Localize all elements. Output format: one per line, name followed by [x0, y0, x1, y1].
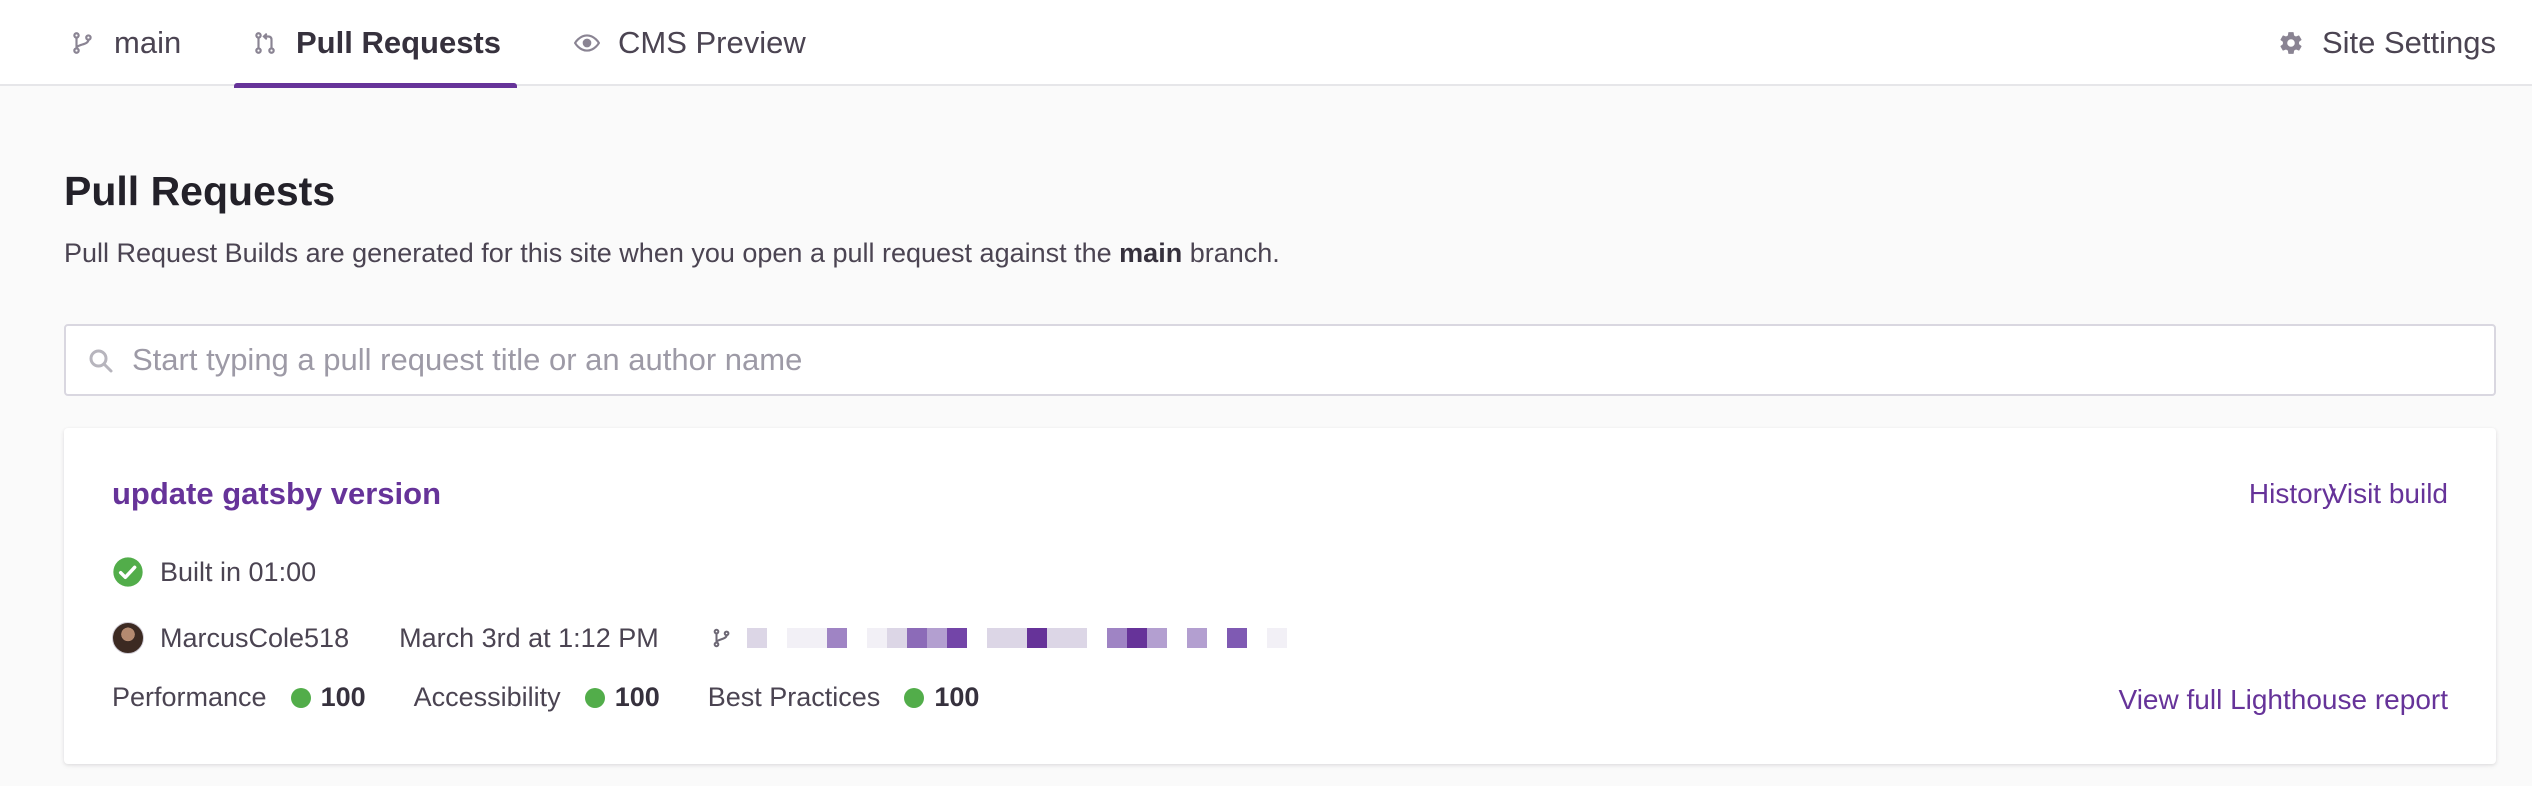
commit-pixel: [1066, 628, 1087, 648]
commit-pixel: [1166, 628, 1187, 648]
commit-date: March 3rd at 1:12 PM: [399, 622, 659, 653]
commit-pixel: [1246, 628, 1267, 648]
commit-pixel: [1046, 628, 1067, 648]
score-label-performance: Performance: [112, 682, 267, 712]
score-value-best-practices: 100: [934, 682, 980, 712]
commit-pixel: [886, 628, 907, 648]
commit-hash-redacted: [746, 626, 1287, 650]
check-circle-icon: [112, 556, 144, 588]
tab-cms-preview[interactable]: CMS Preview: [574, 0, 806, 86]
score-value-performance: 100: [320, 682, 366, 712]
commit-pixel: [846, 628, 867, 648]
commit-pixel: [946, 628, 967, 648]
branch-icon: [711, 625, 733, 651]
lighthouse-report-link[interactable]: View full Lighthouse report: [2119, 684, 2448, 716]
pull-request-card: update gatsby version History Visit buil…: [64, 428, 2496, 764]
avatar: [112, 622, 144, 654]
commit-pixel: [966, 628, 987, 648]
search-input[interactable]: [132, 326, 2472, 394]
score-dot: [290, 687, 311, 708]
commit-pixel: [1226, 628, 1247, 648]
commit-pixel: [1006, 628, 1027, 648]
description-text-end: branch.: [1182, 238, 1280, 268]
score-dot: [584, 687, 605, 708]
tab-label: CMS Preview: [618, 25, 806, 60]
score-dot: [904, 687, 925, 708]
commit-pixel: [926, 628, 947, 648]
commit-meta: MarcusCole518 March 3rd at 1:12 PM: [112, 618, 1287, 658]
page-title: Pull Requests: [64, 168, 336, 214]
commit-pixel: [826, 628, 847, 648]
commit-pixel: [786, 628, 807, 648]
commit-pixel: [1106, 628, 1127, 648]
score-label-best-practices: Best Practices: [707, 682, 881, 712]
score-label-accessibility: Accessibility: [413, 682, 561, 712]
page-description: Pull Request Builds are generated for th…: [64, 238, 1280, 269]
settings-label: Site Settings: [2321, 25, 2496, 60]
tab-label: main: [114, 25, 182, 60]
tab-pull-requests[interactable]: Pull Requests: [234, 0, 517, 88]
author-name: MarcusCole518: [160, 622, 350, 653]
commit-pixel: [1026, 628, 1047, 648]
top-nav: main Pull Requests CMS Preview Site Sett…: [0, 0, 2532, 88]
commit-pixel: [1126, 628, 1147, 648]
gear-icon: [2278, 30, 2304, 56]
commit-pixel: [746, 628, 767, 648]
commit-pixel: [1206, 628, 1227, 648]
build-status-text: Built in 01:00: [160, 556, 317, 587]
score-value-accessibility: 100: [614, 682, 660, 712]
commit-pixel: [766, 628, 787, 648]
branch-icon: [70, 30, 96, 56]
commit-pixel: [806, 628, 827, 648]
commit-pixel: [986, 628, 1007, 648]
commit-pixel: [1086, 628, 1107, 648]
pull-request-icon: [252, 30, 278, 56]
search-box: [64, 324, 2496, 396]
history-link[interactable]: History: [2249, 478, 2336, 510]
description-text: Pull Request Builds are generated for th…: [64, 238, 1120, 268]
active-tab-indicator: [234, 83, 517, 88]
branch-name: main: [1119, 238, 1183, 268]
lighthouse-scores: Performance 100 Accessibility 100 Best P…: [112, 682, 1027, 713]
eye-icon: [574, 30, 600, 56]
visit-build-link[interactable]: Visit build: [2329, 478, 2448, 510]
tab-main-branch[interactable]: main: [70, 0, 181, 86]
search-icon: [86, 346, 116, 376]
site-settings-link[interactable]: Site Settings: [2278, 0, 2496, 86]
commit-pixel: [866, 628, 887, 648]
commit-pixel: [1146, 628, 1167, 648]
commit-pixel: [1266, 628, 1287, 648]
build-status: Built in 01:00: [112, 556, 316, 588]
commit-pixel: [906, 628, 927, 648]
tab-label: Pull Requests: [296, 25, 501, 60]
commit-pixel: [1186, 628, 1207, 648]
pull-request-title[interactable]: update gatsby version: [112, 476, 441, 512]
